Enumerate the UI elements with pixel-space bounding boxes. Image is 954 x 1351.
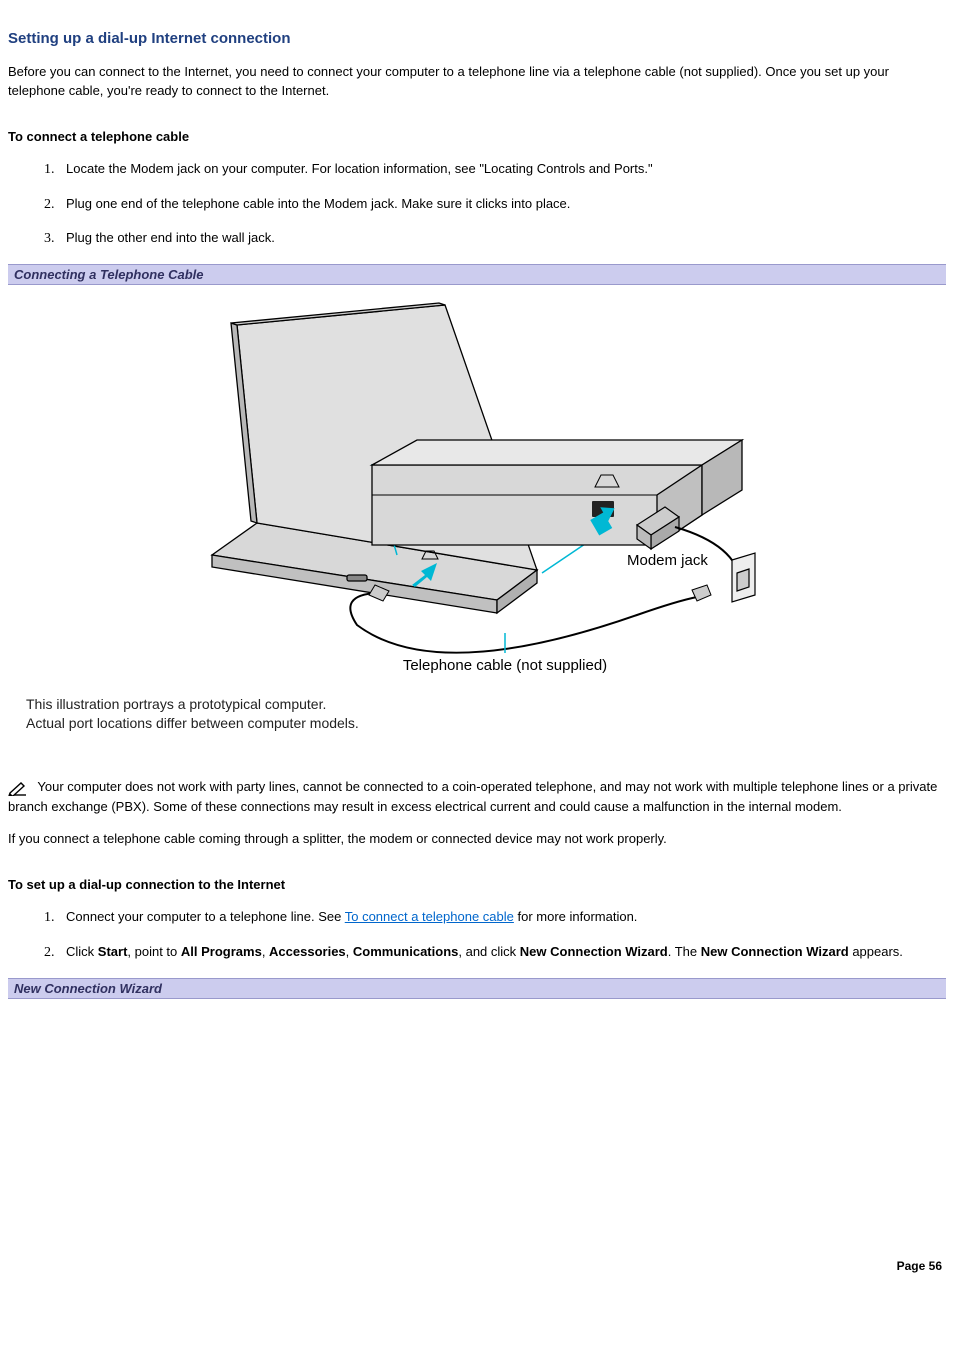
section-a-title: To connect a telephone cable [8,129,946,144]
section-a-steps: Locate the Modem jack on your computer. … [8,160,946,249]
note-icon [8,780,28,796]
ui-ref-communications: Communications [353,944,458,959]
telephone-cable-illustration: Modem jack Telephone cable (not supplied… [197,295,757,695]
step-item: Plug one end of the telephone cable into… [58,195,946,214]
section-b-steps: Connect your computer to a telephone lin… [8,908,946,962]
step-item: Click Start, point to All Programs, Acce… [58,943,946,962]
ui-ref-all-programs: All Programs [181,944,262,959]
note-text: Your computer does not work with party l… [8,779,937,814]
step-item: Connect your computer to a telephone lin… [58,908,946,927]
ui-ref-accessories: Accessories [269,944,346,959]
figure1-caption: Connecting a Telephone Cable [8,264,946,285]
step-text: for more information. [514,909,638,924]
modem-jack-label: Modem jack [627,552,708,569]
page-title: Setting up a dial-up Internet connection [8,30,946,47]
note-paragraph: Your computer does not work with party l… [8,777,946,816]
figure2-caption: New Connection Wizard [8,978,946,999]
figure-note-line: Actual port locations differ between com… [26,714,928,733]
note-paragraph-2: If you connect a telephone cable coming … [8,830,946,849]
ui-ref-start: Start [98,944,128,959]
figure-note-line: This illustration portrays a prototypica… [26,695,928,714]
page-number: Page 56 [8,1259,946,1273]
intro-paragraph: Before you can connect to the Internet, … [8,63,946,101]
figure1: Modem jack Telephone cable (not supplied… [8,285,946,757]
step-text: Connect your computer to a telephone lin… [66,909,345,924]
section-b-title: To set up a dial-up connection to the In… [8,877,946,892]
ui-ref-new-connection-wizard-2: New Connection Wizard [701,944,849,959]
step-item: Locate the Modem jack on your computer. … [58,160,946,179]
step-item: Plug the other end into the wall jack. [58,229,946,248]
figure1-notes: This illustration portrays a prototypica… [8,695,946,733]
ui-ref-new-connection-wizard: New Connection Wizard [520,944,668,959]
link-connect-telephone-cable[interactable]: To connect a telephone cable [345,909,514,924]
cable-label: Telephone cable (not supplied) [403,657,607,674]
